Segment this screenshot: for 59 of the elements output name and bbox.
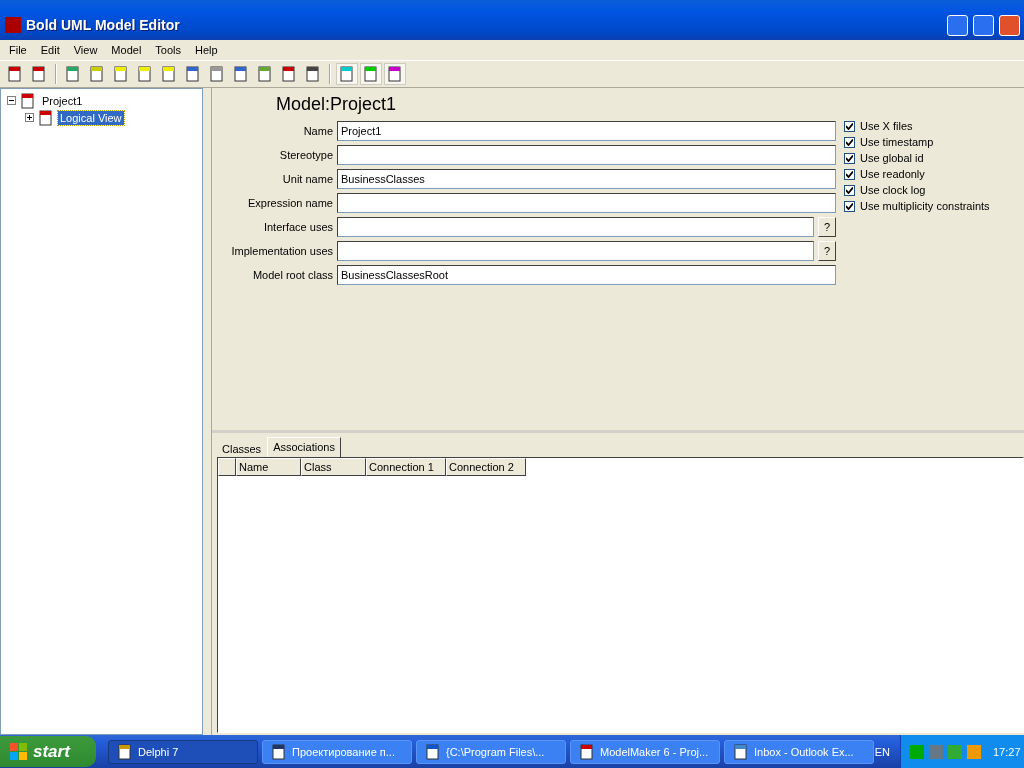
taskbar-button[interactable]: {C:\Program Files\... <box>416 739 566 764</box>
field-label: Stereotype <box>278 149 333 161</box>
menu-item[interactable]: Help <box>188 44 225 56</box>
column-header[interactable]: Connection 2 <box>446 458 526 476</box>
taskbar-button[interactable]: Delphi 7 <box>108 739 258 764</box>
tab[interactable]: Associations <box>267 437 341 457</box>
clock: 17:27 <box>993 745 1021 758</box>
tree-item[interactable]: Project1 <box>40 93 85 108</box>
field-label: Model root class <box>251 269 333 281</box>
taskbar-button[interactable]: ModelMaker 6 - Proj... <box>570 739 720 764</box>
column-header[interactable]: Name <box>236 458 301 476</box>
checkbox[interactable] <box>844 184 855 196</box>
input-field[interactable]: BusinessClassesRoot <box>337 265 836 285</box>
input-field[interactable] <box>337 145 836 165</box>
field-label: Name <box>302 125 333 137</box>
minimize-button[interactable] <box>947 14 968 36</box>
collapse-toggle[interactable] <box>7 96 16 105</box>
input-field[interactable] <box>337 217 814 237</box>
windows-logo-icon <box>10 742 28 761</box>
taskbar-button[interactable]: Inbox - Outlook Ex... <box>724 739 874 764</box>
field-label: Unit name <box>281 173 333 185</box>
input-field[interactable]: Project1 <box>337 121 836 141</box>
input-field[interactable]: BusinessClasses <box>337 169 836 189</box>
checkbox[interactable] <box>844 120 855 132</box>
checkbox-label: Use readonly <box>860 168 925 180</box>
taskbar-button[interactable]: Проектирование п... <box>262 739 412 764</box>
menu-item[interactable]: Model <box>104 44 149 56</box>
start-button[interactable]: start <box>0 736 96 767</box>
close-button[interactable] <box>999 14 1020 36</box>
toolbar-button[interactable] <box>384 63 406 85</box>
maximize-button[interactable] <box>973 14 994 36</box>
field-label: Expression name <box>247 197 333 209</box>
menu-item[interactable]: View <box>66 44 105 56</box>
menu-item[interactable]: Tools <box>148 44 188 56</box>
help-button[interactable]: ? <box>818 217 836 237</box>
model-heading: Model:Project1 <box>276 94 398 115</box>
checkbox[interactable] <box>844 200 855 212</box>
checkbox-label: Use multiplicity constraints <box>860 200 990 212</box>
checkbox[interactable] <box>844 152 855 164</box>
menu-item[interactable]: Edit <box>33 44 67 56</box>
help-button[interactable]: ? <box>818 241 836 261</box>
window-title: Bold UML Model Editor <box>26 17 181 33</box>
menu-item[interactable]: File <box>2 44 34 56</box>
language-indicator[interactable]: EN <box>874 745 890 758</box>
field-label: Interface uses <box>262 221 333 233</box>
field-label: Implementation uses <box>230 245 333 257</box>
app-icon <box>5 17 21 33</box>
column-header[interactable]: Class <box>301 458 366 476</box>
checkbox-label: Use X files <box>860 120 913 132</box>
checkbox-label: Use clock log <box>860 184 926 196</box>
column-header[interactable]: Connection 1 <box>366 458 446 476</box>
tree-item[interactable]: Logical View <box>58 110 124 125</box>
checkbox[interactable] <box>844 136 855 148</box>
checkbox[interactable] <box>844 168 855 180</box>
checkbox-label: Use timestamp <box>860 136 934 148</box>
input-field[interactable] <box>337 241 814 261</box>
checkbox-label: Use global id <box>860 152 924 164</box>
input-field[interactable] <box>337 193 836 213</box>
expand-toggle[interactable] <box>25 113 34 122</box>
